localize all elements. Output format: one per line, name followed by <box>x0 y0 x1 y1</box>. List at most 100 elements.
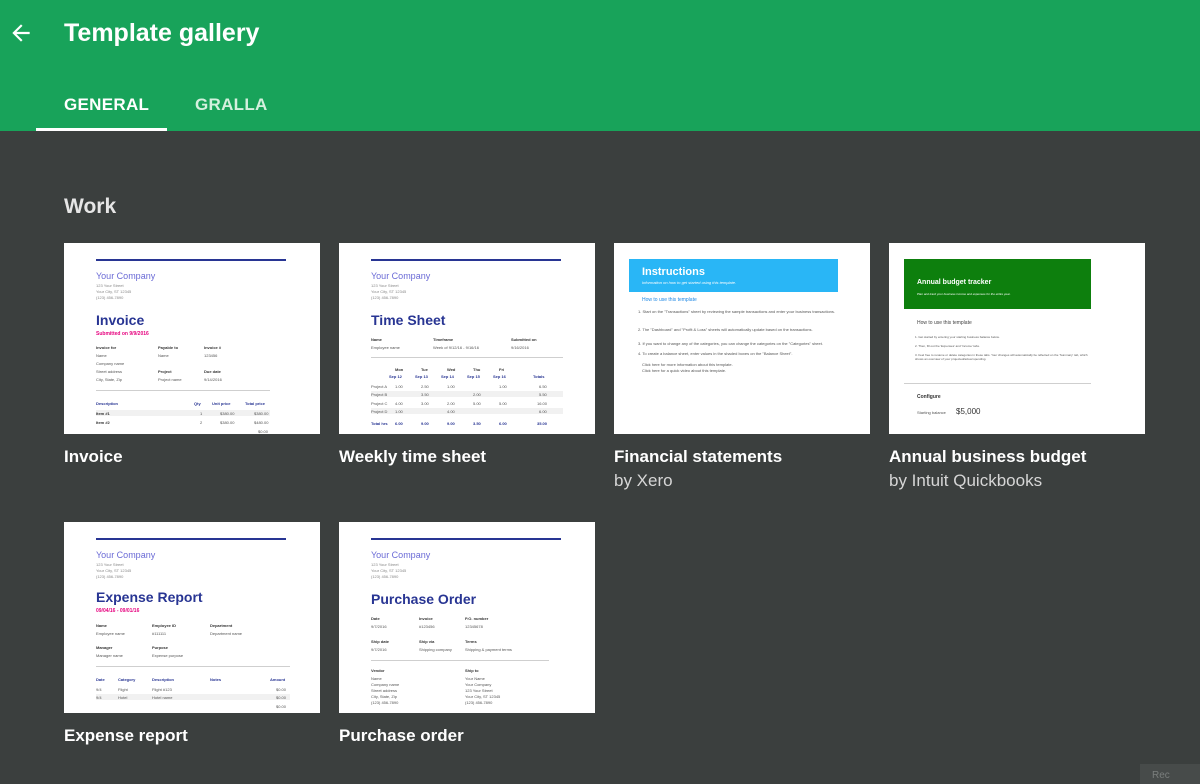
thumb-field: Employee ID <box>152 623 177 628</box>
table-cell: $0.00 <box>276 695 287 700</box>
tab-gralla[interactable]: GRALLA <box>195 95 268 115</box>
thumb-field: Ship date <box>371 639 390 644</box>
vendor-line: Company name <box>371 682 400 687</box>
table-cell: 16.00 <box>537 401 548 406</box>
date-header: Sep 14 <box>441 374 454 379</box>
table-header: Total price <box>245 401 265 406</box>
template-card-purchase-order[interactable]: Your Company 123 Your Street Your City, S… <box>339 522 595 746</box>
template-name: Weekly time sheet <box>339 447 487 466</box>
thumb-step: 4. To create a balance sheet, enter valu… <box>638 351 793 356</box>
thumb-field: Manager <box>96 645 113 650</box>
table-cell: Project D <box>371 409 388 414</box>
shipto-line: Your City, ST 12345 <box>465 694 501 699</box>
thumb-field: #111111 <box>152 631 167 636</box>
table-header: Description <box>152 677 175 682</box>
thumb-field: 9/16/2016 <box>511 345 529 350</box>
divider <box>371 660 549 661</box>
template-name: Purchase order <box>339 726 464 745</box>
template-thumbnail: Your Company 123 Your Street Your City, S… <box>64 243 320 434</box>
thumb-starting-label: Starting balance <box>917 410 946 415</box>
thumb-field: Shipping company <box>419 647 452 652</box>
thumb-field: #123456 <box>419 624 435 629</box>
thumb-field: Timeframe <box>433 337 454 342</box>
app-header: Template gallery GENERAL GRALLA <box>0 0 1200 131</box>
thumb-field: Project <box>158 369 172 374</box>
thumb-field: Name <box>96 623 107 628</box>
total-cell: 3.50 <box>473 421 481 426</box>
thumb-company: Your Company <box>371 550 431 560</box>
date-header: Sep 12 <box>389 374 402 379</box>
table-cell: 9/4 <box>96 695 102 700</box>
thumb-step: Click here for a quick video about this … <box>642 368 727 373</box>
table-cell: 1.00 <box>499 384 507 389</box>
template-card-invoice[interactable]: Your Company 123 Your Street Your City, S… <box>64 243 320 467</box>
thumb-how-title: How to use this template <box>917 320 972 326</box>
table-cell: 4.00 <box>447 409 455 414</box>
thumb-step: 3. If you want to change any of the cate… <box>638 341 823 346</box>
template-thumbnail: Instructions Information on how to get s… <box>614 243 870 434</box>
thumb-banner-title: Annual budget tracker <box>917 279 992 286</box>
table-cell: Flight #123 <box>152 687 172 692</box>
table-total: $0.00 <box>276 704 287 709</box>
table-cell: $380.00 <box>220 420 235 425</box>
divider <box>371 357 563 358</box>
day-header: Fri <box>499 367 505 372</box>
table-total: $0.00 <box>258 429 269 434</box>
thumb-field: City, State, Zip <box>96 377 122 382</box>
table-header: Category <box>118 677 136 682</box>
thumb-field: 9/14/2016 <box>204 377 222 382</box>
thumb-field: Shipping & payment terms <box>465 647 512 652</box>
thumb-address: 123 Your Street Your City, ST 12345 (123) … <box>371 283 407 300</box>
vendor-line: (123) 456-7890 <box>371 700 399 705</box>
thumb-field: Invoice <box>419 616 433 621</box>
thumb-step: 1. Start on the "Transactions" sheet by … <box>638 309 836 314</box>
template-card-expense-report[interactable]: Your Company 123 Your Street Your City, S… <box>64 522 320 746</box>
vendor-line: City, State, Zip <box>371 694 397 699</box>
thumb-field: Name <box>158 353 169 358</box>
total-cell: 9.00 <box>421 421 429 426</box>
thumb-field: Department <box>210 623 233 628</box>
template-card-weekly-time-sheet[interactable]: Your Company 123 Your Street Your City, S… <box>339 243 595 467</box>
section-title: Work <box>64 195 117 218</box>
thumb-field: Manager name <box>96 653 123 658</box>
table-header: Qty <box>194 401 201 406</box>
header-rule <box>96 259 286 261</box>
table-header: Date <box>96 677 105 682</box>
thumb-field: Invoice # <box>204 345 222 350</box>
thumb-field: 9/7/2016 <box>371 647 387 652</box>
thumb-field: Company name <box>96 361 125 366</box>
table-cell: 6.50 <box>539 384 547 389</box>
thumb-step: 2. The "Dashboard" and "Profit & Loss" s… <box>638 327 813 332</box>
table-cell: 2.00 <box>473 392 481 397</box>
back-arrow-icon[interactable] <box>8 20 34 46</box>
template-card-annual-business-budget[interactable]: Annual budget tracker Plan and track you… <box>889 243 1145 491</box>
thumb-subtitle: 09/04/16 - 09/01/16 <box>96 608 140 614</box>
corner-overlay: Rec <box>1140 764 1200 784</box>
template-name: Financial statements <box>614 447 783 466</box>
thumb-field: Due date <box>204 369 221 374</box>
thumb-step: 1. Get started by entering your starting… <box>915 335 1000 339</box>
template-name: Annual business budget <box>889 447 1087 466</box>
thumb-field: P.O. number <box>465 616 489 621</box>
table-cell: 1 <box>200 411 203 416</box>
table-row <box>371 391 563 397</box>
header-rule <box>96 538 286 540</box>
tab-general[interactable]: GENERAL <box>64 95 149 115</box>
table-cell: Project A <box>371 384 388 389</box>
thumb-field: Date <box>371 616 380 621</box>
template-author: by Xero <box>614 471 673 490</box>
header-rule <box>371 259 561 261</box>
table-cell: $380.00 <box>254 411 269 416</box>
date-header: Totals <box>533 374 545 379</box>
table-cell: 1.00 <box>395 409 403 414</box>
vendor-line: Street address <box>371 688 398 693</box>
thumb-field: 123456 <box>204 353 218 358</box>
vendor-line: Name <box>371 676 382 681</box>
page-title: Template gallery <box>64 19 260 47</box>
template-card-financial-statements[interactable]: Instructions Information on how to get s… <box>614 243 870 491</box>
template-thumbnail: Your Company 123 Your Street Your City, S… <box>339 522 595 713</box>
thumb-doc-title: Invoice <box>96 312 145 328</box>
day-header: Thu <box>473 367 481 372</box>
thumb-field: Name <box>96 353 107 358</box>
table-cell: 2.50 <box>421 384 429 389</box>
